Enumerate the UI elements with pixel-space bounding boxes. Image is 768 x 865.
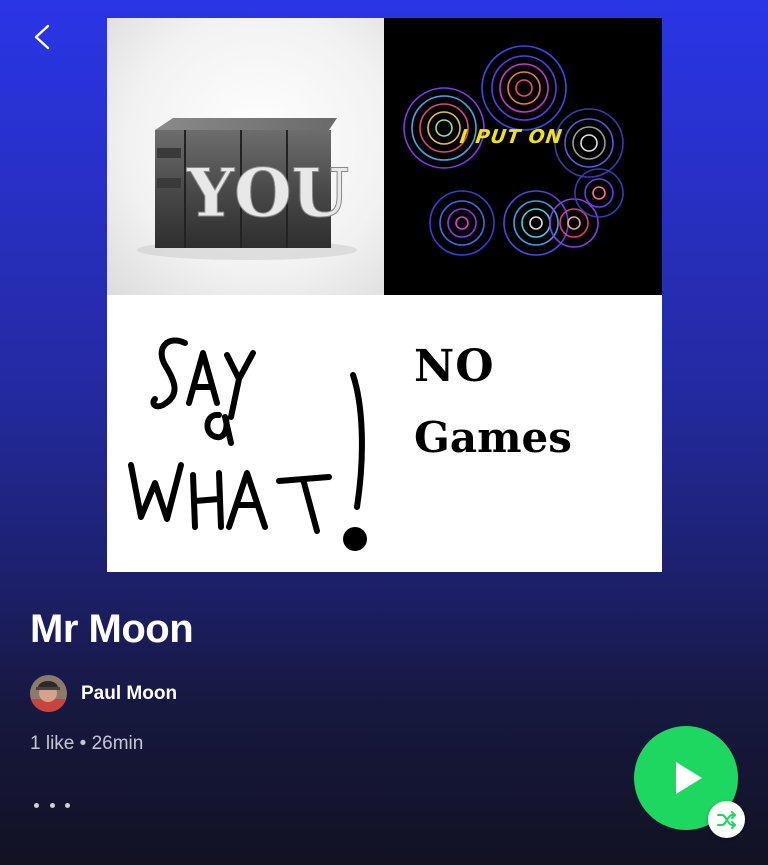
avatar-image: [30, 675, 67, 712]
cover-tile-say-what: [107, 295, 384, 572]
circles-image: [403, 45, 624, 256]
cover-tile-4-line2: Games: [414, 413, 572, 462]
cover-tile-you: YOU: [107, 18, 384, 295]
more-dot: [65, 802, 70, 808]
cover-tile-2-caption: I PUT ON: [458, 126, 565, 148]
more-dot: [49, 802, 55, 808]
play-icon: [676, 762, 702, 794]
you-blocks-image: YOU: [137, 118, 357, 260]
cover-tile-4-line1: NO: [414, 341, 495, 392]
shuffle-button[interactable]: [708, 801, 745, 838]
back-button[interactable]: [26, 20, 60, 54]
meta-separator: •: [79, 733, 87, 754]
handwriting-image: [128, 337, 367, 551]
chevron-left-icon: [34, 24, 50, 50]
avatar: [30, 675, 67, 712]
playlist-cover: YOU I PUT ON NO Games: [107, 18, 662, 572]
playlist-duration: 26min: [91, 733, 144, 754]
cover-tile-i-put-on: I PUT ON: [384, 18, 662, 295]
svg-text:YOU: YOU: [186, 154, 349, 232]
cover-tile-no-games: NO Games: [384, 295, 662, 572]
more-options-button[interactable]: [30, 792, 74, 818]
playlist-title: Mr Moon: [30, 607, 194, 651]
owner-link[interactable]: Paul Moon: [30, 675, 177, 712]
owner-name: Paul Moon: [81, 682, 178, 704]
shuffle-icon: [716, 810, 736, 829]
likes-count: 1 like: [30, 733, 75, 754]
playlist-meta: 1 like • 26min: [30, 733, 143, 755]
more-dots-icon: [34, 802, 39, 808]
